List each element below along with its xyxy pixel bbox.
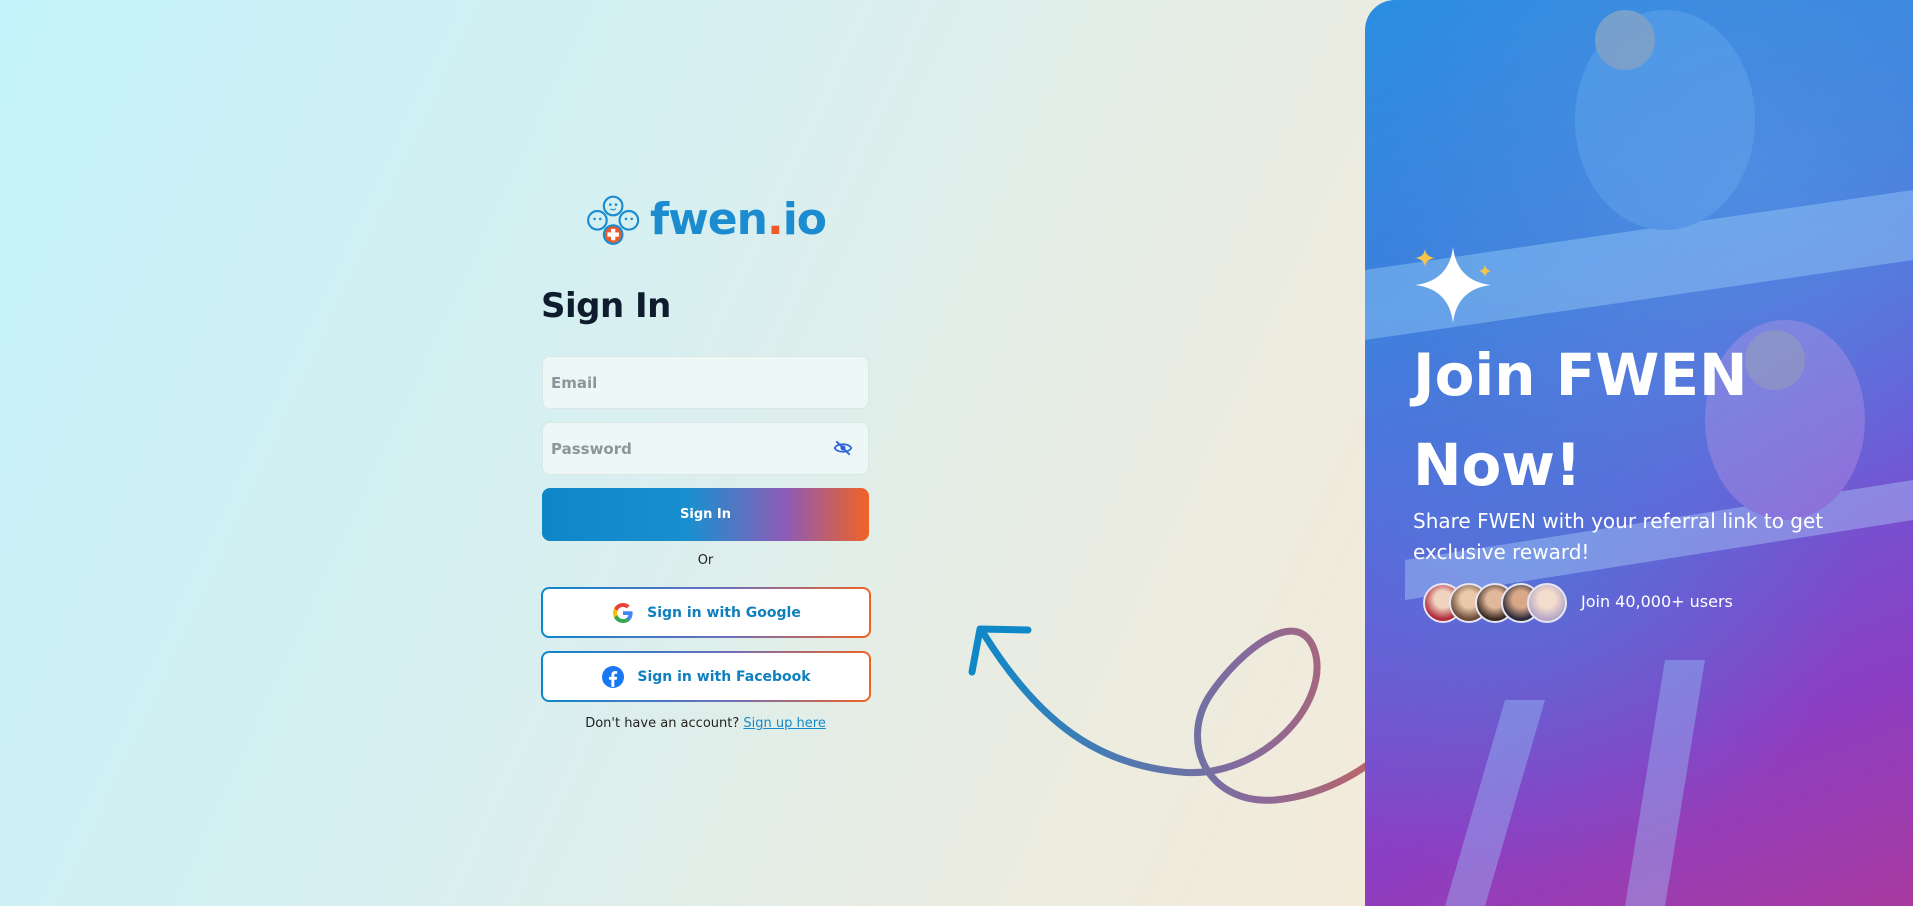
no-account-text: Don't have an account?: [585, 716, 740, 731]
facebook-sign-in-button[interactable]: Sign in with Facebook: [541, 651, 871, 702]
facebook-button-label: Sign in with Facebook: [637, 668, 811, 685]
or-divider: Or: [697, 553, 714, 568]
facebook-icon: [602, 665, 625, 688]
eye-slash-icon[interactable]: [833, 438, 853, 458]
google-button-label: Sign in with Google: [647, 604, 801, 621]
promo-subtitle: Share FWEN with your referral link to ge…: [1413, 509, 1824, 564]
logo-text: fwen.io: [650, 193, 827, 245]
promo-panel: Join FWEN Now! Share FWEN with your refe…: [1365, 0, 1913, 906]
user-avatar-group: [1423, 583, 1567, 623]
password-field[interactable]: [542, 422, 869, 475]
users-count-text: Join 40,000+ users: [1581, 592, 1733, 611]
google-sign-in-button[interactable]: Sign in with Google: [541, 587, 871, 638]
sign-in-button[interactable]: Sign In: [542, 488, 869, 541]
sparkle-icon: [1415, 247, 1491, 323]
logo-icon: [587, 195, 640, 245]
google-icon: [613, 602, 633, 623]
page-title: Sign In: [541, 286, 671, 326]
email-field[interactable]: [542, 356, 869, 409]
sign-up-link[interactable]: Sign up here: [743, 716, 825, 731]
avatar: [1527, 583, 1567, 623]
signup-prompt: Don't have an account? Sign up here: [542, 716, 869, 731]
promo-title: Join FWEN Now!: [1413, 341, 1748, 499]
brand-logo[interactable]: fwen.io: [586, 180, 827, 262]
